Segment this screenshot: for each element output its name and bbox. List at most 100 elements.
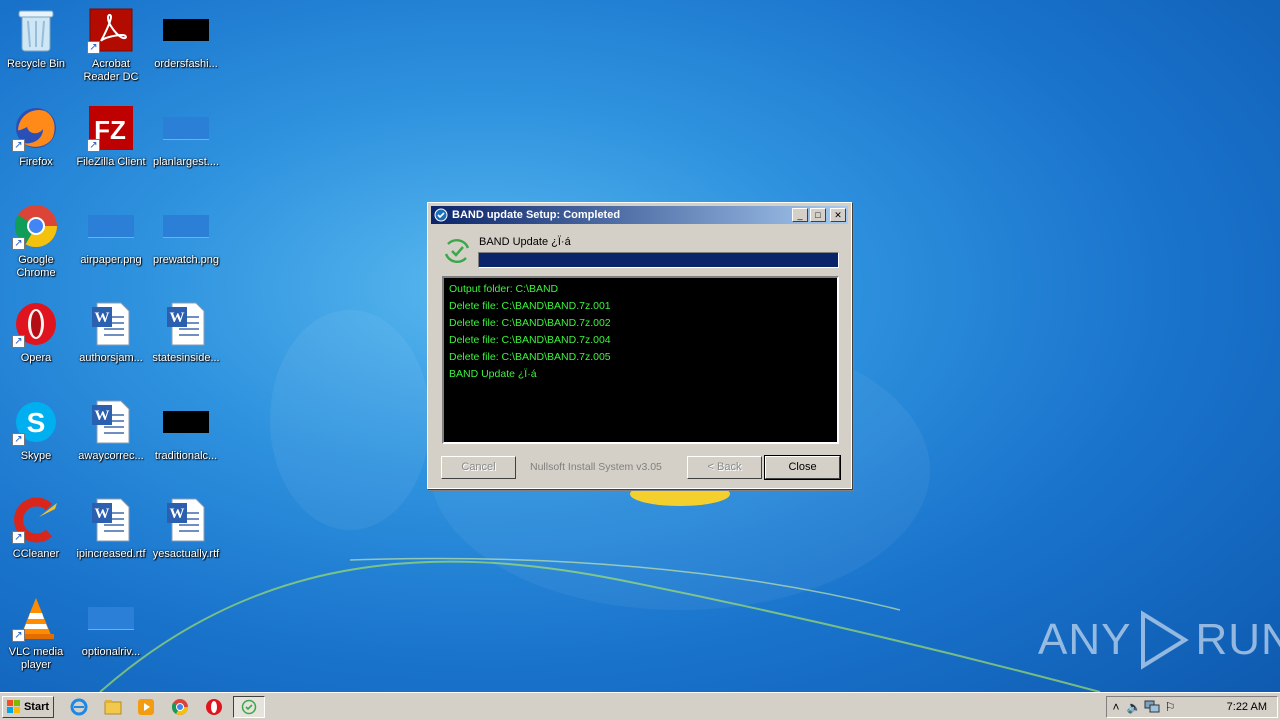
image-thumbnail-icon <box>88 214 134 238</box>
image-thumbnail-icon <box>163 214 209 238</box>
desktop-icon-label: Skype <box>20 450 52 462</box>
desktop-icon-label: Opera <box>20 352 52 364</box>
progress-bar-fill <box>479 253 838 267</box>
watermark-text-left: ANY <box>1038 615 1132 664</box>
show-hidden-icons-button[interactable]: ˄ <box>1107 698 1125 716</box>
word-document-icon: W <box>167 302 205 346</box>
file-thumbnail-icon <box>163 411 209 433</box>
taskbar-explorer[interactable] <box>103 697 123 717</box>
shortcut-arrow-icon: ↗ <box>12 433 25 446</box>
chevron-up-icon: ˄ <box>1112 700 1120 714</box>
log-line: Delete file: C:\BAND\BAND.7z.004 <box>449 334 611 346</box>
cancel-button[interactable]: Cancel <box>441 456 516 479</box>
shortcut-arrow-icon: ↗ <box>12 237 25 250</box>
install-log[interactable]: Output folder: C:\BAND Delete file: C:\BA… <box>442 276 839 444</box>
taskbar: Start ˄ 🔈 ⚐ 7:22 AM <box>0 692 1280 720</box>
word-document-icon: W <box>167 498 205 542</box>
desktop-icon-prewatch[interactable]: prewatch.png <box>150 196 222 286</box>
desktop-icon-opera[interactable]: ↗ Opera <box>0 294 72 384</box>
maximize-icon: □ <box>815 210 821 220</box>
taskbar-setup-window[interactable] <box>233 696 265 718</box>
desktop-icon-google-chrome[interactable]: ↗ Google Chrome <box>0 196 72 286</box>
desktop-icon-optionalriv[interactable]: optionalriv... <box>75 588 147 678</box>
desktop-icon-label: prewatch.png <box>152 254 220 266</box>
desktop-icon-firefox[interactable]: ↗ Firefox <box>0 98 72 188</box>
installer-icon <box>241 699 257 715</box>
shortcut-arrow-icon: ↗ <box>12 335 25 348</box>
desktop-icon-statesinside[interactable]: W statesinside... <box>150 294 222 384</box>
desktop-icon-label: awaycorrec... <box>78 450 144 462</box>
word-document-icon: W <box>92 498 130 542</box>
dialog-titlebar[interactable]: BAND update Setup: Completed _ □ ✕ <box>431 206 848 224</box>
desktop-icon-yesactually[interactable]: W yesactually.rtf <box>150 490 222 580</box>
desktop-icon-ipincreased[interactable]: W ipincreased.rtf <box>75 490 147 580</box>
setup-status-title: BAND Update ¿Ï·á <box>479 236 571 248</box>
completed-check-icon <box>444 238 470 264</box>
close-icon: ✕ <box>834 210 842 220</box>
desktop-icon-awaycorrec[interactable]: W awaycorrec... <box>75 392 147 482</box>
watermark-text-right: RUN <box>1195 615 1280 664</box>
back-button[interactable]: < Back <box>687 456 762 479</box>
log-line: Output folder: C:\BAND <box>449 283 559 295</box>
shortcut-arrow-icon: ↗ <box>87 139 100 152</box>
file-thumbnail-icon <box>163 19 209 41</box>
shortcut-arrow-icon: ↗ <box>12 531 25 544</box>
close-window-button[interactable]: ✕ <box>830 208 846 222</box>
log-line: Delete file: C:\BAND\BAND.7z.005 <box>449 351 611 363</box>
svg-text:W: W <box>170 506 185 522</box>
taskbar-media-player[interactable] <box>136 697 156 717</box>
shortcut-arrow-icon: ↗ <box>87 41 100 54</box>
flag-icon: ⚐ <box>1164 700 1176 714</box>
close-button[interactable]: Close <box>764 455 841 480</box>
desktop-icon-label: planlargest.... <box>152 156 220 168</box>
shortcut-arrow-icon: ↗ <box>12 139 25 152</box>
desktop-icon-recycle-bin[interactable]: Recycle Bin <box>0 0 72 90</box>
system-tray: ˄ 🔈 ⚐ 7:22 AM <box>1106 696 1278 718</box>
desktop-icon-label: ordersfashi... <box>154 58 218 70</box>
shortcut-arrow-icon: ↗ <box>12 629 25 642</box>
taskbar-clock[interactable]: 7:22 AM <box>1227 701 1267 713</box>
installer-icon <box>434 208 448 222</box>
desktop-icon-planlargest[interactable]: planlargest.... <box>150 98 222 188</box>
desktop-icon-traditionalc[interactable]: traditionalc... <box>150 392 222 482</box>
maximize-button[interactable]: □ <box>810 208 826 222</box>
desktop-icon-skype[interactable]: S ↗ Skype <box>0 392 72 482</box>
desktop-icon-ordersfashi[interactable]: ordersfashi... <box>150 0 222 90</box>
taskbar-chrome[interactable] <box>170 697 190 717</box>
play-logo-icon <box>1141 610 1190 670</box>
tray-volume[interactable]: 🔈 <box>1125 698 1143 716</box>
word-document-icon: W <box>92 302 130 346</box>
dialog-title: BAND update Setup: Completed <box>452 209 621 221</box>
setup-dialog: BAND update Setup: Completed _ □ ✕ BAND … <box>427 202 852 489</box>
recycle-bin-icon <box>18 10 54 52</box>
desktop-icon-label: authorsjam... <box>79 352 143 364</box>
desktop-icon-label: statesinside... <box>152 352 220 364</box>
tray-action-center[interactable]: ⚐ <box>1161 698 1179 716</box>
desktop-icon-label: airpaper.png <box>80 254 142 266</box>
folder-icon <box>104 700 122 715</box>
desktop-icon-label: Firefox <box>19 156 53 168</box>
desktop-icon-airpaper[interactable]: airpaper.png <box>75 196 147 286</box>
tray-network[interactable] <box>1143 698 1161 716</box>
desktop-icon-vlc[interactable]: ↗ VLC media player <box>0 588 72 678</box>
desktop-icon-filezilla[interactable]: FZ ↗ FileZilla Client <box>75 98 147 188</box>
svg-text:W: W <box>95 310 110 326</box>
desktop-icon-acrobat[interactable]: ↗ Acrobat Reader DC <box>75 0 147 90</box>
network-icon <box>1144 700 1160 713</box>
desktop-icon-label: ipincreased.rtf <box>76 548 146 560</box>
desktop-icon-label: Recycle Bin <box>6 58 66 70</box>
svg-text:W: W <box>95 408 110 424</box>
desktop-icon-label: yesactually.rtf <box>152 548 220 560</box>
chrome-icon <box>171 699 188 715</box>
start-button[interactable]: Start <box>2 696 54 718</box>
internet-explorer-icon <box>70 698 88 716</box>
opera-icon <box>206 699 222 715</box>
log-line: Delete file: C:\BAND\BAND.7z.002 <box>449 317 611 329</box>
minimize-button[interactable]: _ <box>792 208 808 222</box>
taskbar-ie[interactable] <box>69 697 89 717</box>
desktop-icon-ccleaner[interactable]: ↗ CCleaner <box>0 490 72 580</box>
word-document-icon: W <box>92 400 130 444</box>
taskbar-opera[interactable] <box>204 697 224 717</box>
progress-bar <box>478 252 839 268</box>
desktop-icon-authorsjam[interactable]: W authorsjam... <box>75 294 147 384</box>
